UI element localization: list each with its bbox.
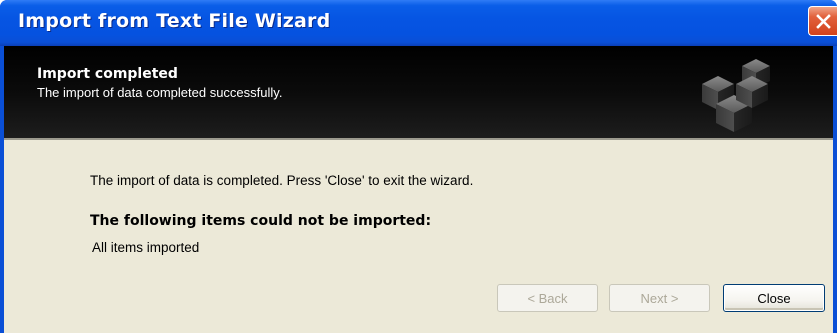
- not-imported-heading: The following items could not be importe…: [90, 213, 432, 229]
- completion-message: The import of data is completed. Press '…: [90, 173, 474, 188]
- next-button[interactable]: Next >: [609, 284, 710, 312]
- window-close-button[interactable]: [808, 6, 837, 36]
- wizard-content: The import of data is completed. Press '…: [4, 140, 833, 333]
- not-imported-result: All items imported: [92, 240, 200, 255]
- cubes-icon: [702, 59, 770, 132]
- close-button[interactable]: Close: [723, 284, 825, 312]
- close-icon: [816, 14, 831, 29]
- back-button[interactable]: < Back: [497, 284, 598, 312]
- window-frame-right: [833, 46, 837, 333]
- title-bar[interactable]: Import from Text File Wizard: [0, 0, 837, 46]
- wizard-window: Import from Text File Wizard Import comp…: [0, 0, 837, 333]
- header-banner: Import completed The import of data comp…: [4, 46, 833, 138]
- banner-title: Import completed: [37, 66, 178, 82]
- window-title: Import from Text File Wizard: [18, 10, 331, 32]
- banner-subtitle: The import of data completed successfull…: [37, 85, 283, 100]
